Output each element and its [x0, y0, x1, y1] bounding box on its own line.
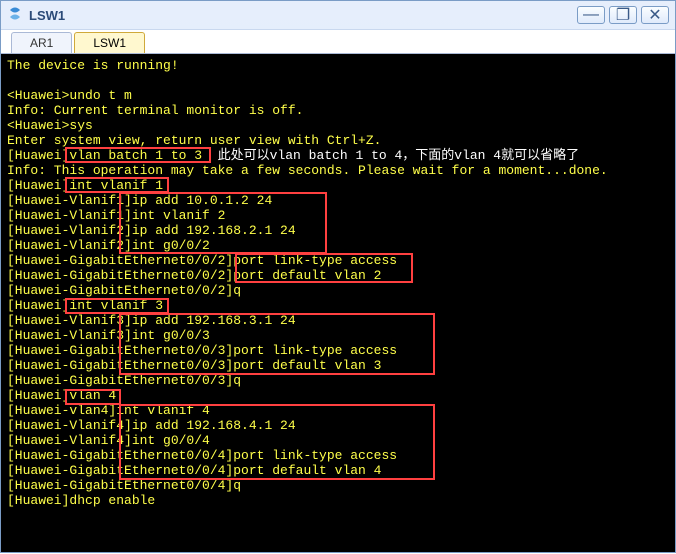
- terminal-line: [Huawei-vlan4]int vlanif 4: [7, 403, 669, 418]
- terminal[interactable]: The device is running! <Huawei>undo t mI…: [1, 54, 675, 552]
- terminal-line: [Huawei-GigabitEthernet0/0/3]q: [7, 373, 669, 388]
- tab-lsw1[interactable]: LSW1: [74, 32, 145, 53]
- terminal-line: The device is running!: [7, 58, 669, 73]
- close-button[interactable]: ✕: [641, 6, 669, 24]
- minimize-button[interactable]: —: [577, 6, 605, 24]
- terminal-line: [Huawei-GigabitEthernet0/0/2]port defaul…: [7, 268, 669, 283]
- terminal-line: [Huawei-GigabitEthernet0/0/4]port link-t…: [7, 448, 669, 463]
- terminal-line: [Huawei-Vlanif2]int g0/0/2: [7, 238, 669, 253]
- terminal-line: [Huawei-GigabitEthernet0/0/3]port link-t…: [7, 343, 669, 358]
- terminal-line: [Huawei-GigabitEthernet0/0/2]q: [7, 283, 669, 298]
- terminal-line: [Huawei]int vlanif 1: [7, 178, 669, 193]
- window-title: LSW1: [29, 8, 573, 23]
- terminal-line: [Huawei-Vlanif4]ip add 192.168.4.1 24: [7, 418, 669, 433]
- terminal-line: [Huawei]int vlanif 3: [7, 298, 669, 313]
- terminal-line: Enter system view, return user view with…: [7, 133, 669, 148]
- terminal-line: [Huawei-Vlanif1]int vlanif 2: [7, 208, 669, 223]
- terminal-line: [Huawei-Vlanif3]int g0/0/3: [7, 328, 669, 343]
- app-icon: [7, 7, 23, 23]
- terminal-line: [Huawei-Vlanif1]ip add 10.0.1.2 24: [7, 193, 669, 208]
- minimize-icon: —: [583, 6, 599, 24]
- terminal-line: [Huawei]dhcp enable: [7, 493, 669, 508]
- maximize-icon: ❐: [616, 5, 630, 25]
- terminal-line: [7, 73, 669, 88]
- close-icon: ✕: [648, 5, 661, 25]
- tab-ar1[interactable]: AR1: [11, 32, 72, 53]
- terminal-line: [Huawei-GigabitEthernet0/0/4]q: [7, 478, 669, 493]
- terminal-line: Info: Current terminal monitor is off.: [7, 103, 669, 118]
- terminal-line: <Huawei>undo t m: [7, 88, 669, 103]
- window: LSW1 — ❐ ✕ AR1 LSW1 The device is runnin…: [0, 0, 676, 553]
- terminal-line: [Huawei-Vlanif4]int g0/0/4: [7, 433, 669, 448]
- terminal-line: [Huawei]vlan batch 1 to 3 此处可以vlan batch…: [7, 148, 669, 163]
- titlebar[interactable]: LSW1 — ❐ ✕: [1, 1, 675, 29]
- terminal-line: [Huawei-Vlanif2]ip add 192.168.2.1 24: [7, 223, 669, 238]
- maximize-button[interactable]: ❐: [609, 6, 637, 24]
- terminal-wrap: The device is running! <Huawei>undo t mI…: [1, 53, 675, 552]
- terminal-line: [Huawei-Vlanif3]ip add 192.168.3.1 24: [7, 313, 669, 328]
- terminal-line: <Huawei>sys: [7, 118, 669, 133]
- terminal-line: [Huawei-GigabitEthernet0/0/2]port link-t…: [7, 253, 669, 268]
- terminal-line: [Huawei-GigabitEthernet0/0/3]port defaul…: [7, 358, 669, 373]
- terminal-line: Info: This operation may take a few seco…: [7, 163, 669, 178]
- terminal-line: [Huawei]vlan 4: [7, 388, 669, 403]
- annotation-text: 此处可以vlan batch 1 to 4，下面的vlan 4就可以省略了: [202, 148, 579, 163]
- terminal-line: [Huawei-GigabitEthernet0/0/4]port defaul…: [7, 463, 669, 478]
- tab-bar: AR1 LSW1: [1, 29, 675, 53]
